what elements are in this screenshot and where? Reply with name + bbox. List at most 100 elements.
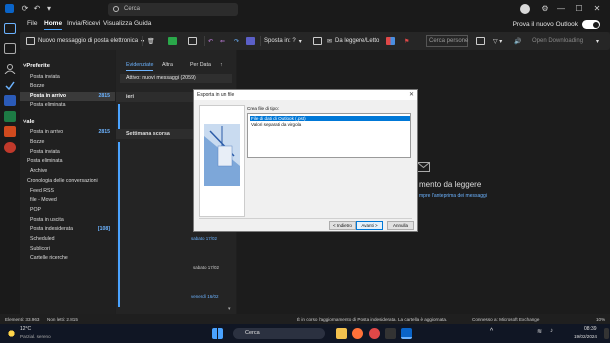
menu-view[interactable]: Visualizza [103,20,132,27]
message-date: sabato 17/02 [191,236,218,241]
next-button[interactable]: Avanti > [356,221,383,230]
folder-fav-deleted[interactable]: Posta eliminata [30,102,65,108]
file-type-list[interactable]: File di dati di Outlook (.pst) Valori se… [247,113,411,158]
folder-junk[interactable]: Posta indesiderata [30,226,73,232]
folder-file-moved[interactable]: file - Moved [30,197,57,203]
rules-button[interactable] [313,35,322,47]
folder-fav-inbox[interactable]: Posta in arrivo [30,93,66,99]
excel-icon[interactable] [4,111,16,122]
menu-home[interactable]: Home [44,20,63,30]
folder-scheduled[interactable]: Scheduled [30,236,55,242]
back-button[interactable]: < Indietro [329,221,356,230]
reply-all-button[interactable]: ⇐ [220,35,225,47]
address-book-button[interactable] [476,35,485,47]
flag-button[interactable]: ⚑ [404,35,409,47]
folder-fav-drafts[interactable]: Bozze [30,83,44,89]
scroll-down-icon[interactable]: ▾ [228,306,231,312]
folder-rss[interactable]: Feed RSS [30,188,54,194]
folder-history[interactable]: Cronologia delle conversazioni [27,178,98,184]
minimize-icon[interactable]: — [556,4,566,14]
search-people-input[interactable]: Cerca persone [426,35,468,47]
tab-other[interactable]: Altra [162,62,173,68]
menu-chevron-icon[interactable]: ▾ [44,4,54,14]
account-head[interactable]: ˅ale [23,119,34,125]
wifi-icon[interactable]: ≋ [534,328,545,339]
apps-icon[interactable] [4,142,16,153]
ribbon-more-button[interactable]: ▾ [596,35,599,47]
open-downloading-button[interactable]: Open Downloading [532,35,583,47]
folder-fav-sent[interactable]: Posta inviata [30,74,60,80]
preview-settings-link[interactable]: mpre l'anteprima dei messaggi [419,193,487,199]
onedrive-icon[interactable] [4,126,16,137]
file-type-option[interactable]: File di dati di Outlook (.pst) [250,116,410,121]
outlook-taskbar-icon[interactable] [401,328,412,339]
mail-icon[interactable] [4,23,16,34]
tasks-icon[interactable] [4,78,16,91]
clock-time[interactable]: 08:39 [584,326,597,332]
new-outlook-toggle[interactable] [582,20,600,29]
chrome-icon[interactable] [369,328,380,339]
folder-archive[interactable]: Archive [30,168,47,174]
undo-icon[interactable]: ↶ [32,4,42,14]
status-items: Elementi: 33.963 [5,317,40,322]
folder-inbox-count: 2815 [98,129,110,135]
people-icon[interactable] [4,61,16,75]
filter-button[interactable]: ▽ ▾ [493,35,502,47]
reply-button[interactable]: ↶ [208,35,213,47]
sort-direction-icon[interactable]: ↑ [220,62,223,68]
folder-outbox[interactable]: Posta in uscita [30,217,64,223]
close-icon[interactable]: ✕ [592,4,602,14]
folder-junk-count: [108] [97,226,110,232]
move-to-button[interactable]: Sposta in: ? ▾ [264,35,302,47]
app-icon[interactable] [385,328,396,339]
settings-icon[interactable]: ⚙ [540,4,550,14]
unread-read-button[interactable]: ✉ Da leggere/Letto [327,35,379,47]
dialog-close-icon[interactable]: ✕ [409,91,414,98]
info-banner[interactable]: Attivo: nuovi messaggi (2059) [120,74,232,83]
firefox-icon[interactable] [352,328,363,339]
new-mail-button[interactable]: Nuovo messaggio di posta elettronica ▾ [26,35,144,47]
folder-sent[interactable]: Posta inviata [30,149,60,155]
folder-deleted[interactable]: Posta eliminata [27,158,62,164]
notification-icon[interactable] [604,328,609,339]
tab-focused[interactable]: Evidenziate [126,62,154,71]
forward-button[interactable]: ↷ [234,35,239,47]
calendar-icon[interactable] [4,43,16,54]
categorize-button[interactable] [386,35,395,47]
speaker-icon: 🔊 [514,38,522,45]
taskbar-search[interactable]: Cerca [233,328,325,339]
file-explorer-icon[interactable] [336,328,347,339]
cancel-button[interactable]: Annulla [387,221,414,230]
weather-icon[interactable] [6,328,17,339]
wizard-illustration [199,105,245,217]
read-aloud-button[interactable]: 🔊 [514,35,521,47]
refresh-icon[interactable]: ⟳ [20,4,30,14]
menu-file[interactable]: File [27,20,37,27]
tray-chevron-icon[interactable]: ^ [486,328,497,339]
windows-start-icon[interactable] [212,328,223,339]
menu-send-receive[interactable]: Invia/Ricevi [67,20,100,27]
search-input[interactable]: Cerca [108,3,238,16]
delete-button[interactable]: 🗑 [147,35,155,47]
folder-search-folders[interactable]: Cartelle ricerche [30,255,68,261]
dialog-title: Esporta in un file [194,90,417,100]
maximize-icon[interactable]: ☐ [574,4,584,14]
unread-marker [118,142,120,307]
menu-help[interactable]: Guida [134,20,151,27]
more-reply-button[interactable] [246,35,255,47]
clock-date[interactable]: 19/02/2024 [574,334,597,339]
avatar[interactable] [520,4,530,14]
word-icon[interactable] [4,95,16,106]
file-type-option[interactable]: Valori separati da virgola [250,122,301,127]
favorites-head[interactable]: ˅Preferite [23,63,50,69]
sort-by-date[interactable]: Per Data [190,62,211,68]
folder-drafts[interactable]: Bozze [30,139,44,145]
archive-button[interactable] [168,35,177,47]
speaker-icon[interactable]: ♪ [546,328,557,339]
folder-pop[interactable]: POP [30,207,41,213]
new-outlook-toggle-wrap: Prova il nuovo Outlook [513,20,600,29]
sweep-button[interactable] [188,35,197,47]
status-folder: È in corso l'aggiornamento di Posta inde… [297,317,448,322]
folder-inbox[interactable]: Posta in arrivo [30,129,63,135]
folder-sublicori[interactable]: Sublicori [30,246,50,252]
